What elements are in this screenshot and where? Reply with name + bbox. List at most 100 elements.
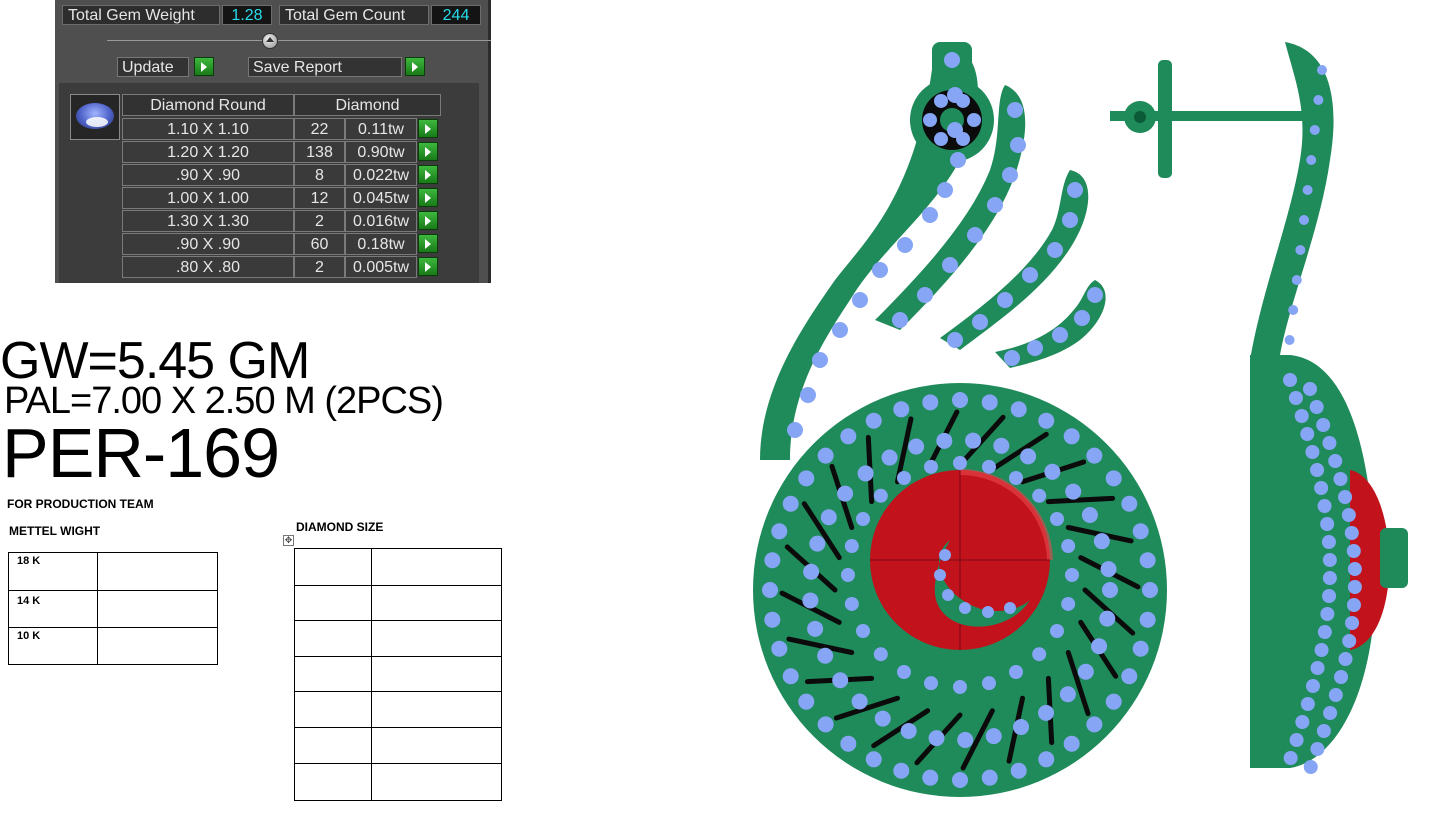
diamond-stone	[942, 257, 958, 273]
diamond-stone	[928, 730, 945, 747]
diamond-stone	[1132, 523, 1149, 540]
diamond-stone	[1322, 553, 1337, 567]
diamond-stone	[1032, 647, 1047, 662]
diamond-stone	[1010, 401, 1027, 418]
diamond-stone	[1323, 706, 1338, 720]
diamond-stone	[993, 437, 1010, 454]
diamond-stone	[937, 182, 953, 198]
diamond-stone	[1063, 735, 1080, 752]
diamond-stone	[967, 227, 983, 243]
diamond-stone	[1347, 562, 1362, 576]
diamond-stone	[1087, 287, 1103, 303]
diamond-stone	[1309, 125, 1320, 135]
diamond-stone	[820, 509, 837, 526]
diamond-stone	[897, 237, 913, 253]
diamond-stone	[953, 680, 967, 694]
diamond-stone	[1038, 412, 1055, 429]
diamond-stone	[965, 432, 982, 449]
diamond-stone	[1305, 445, 1320, 459]
diamond-stone	[1022, 267, 1038, 283]
diamond-stone	[924, 459, 939, 474]
diamond-stone	[1061, 539, 1076, 554]
diamond-stone	[1100, 561, 1117, 578]
diamond-stone	[782, 495, 799, 512]
diamond-stone	[893, 762, 910, 779]
diamond-stone	[857, 465, 874, 482]
diamond-stone	[1316, 418, 1331, 432]
diamond-stone	[972, 314, 988, 330]
diamond-stone	[856, 624, 871, 638]
diamond-stone	[1342, 634, 1357, 648]
diamond-stone	[985, 728, 1002, 745]
diamond-stone	[840, 735, 857, 752]
diamond-stone	[1038, 751, 1055, 768]
diamond-stone	[1328, 454, 1343, 468]
diamond-stone	[798, 470, 815, 487]
diamond-stone	[1338, 490, 1353, 504]
diamond-stone	[1322, 589, 1337, 603]
diamond-stone	[787, 422, 803, 438]
diamond-stone	[1320, 607, 1335, 621]
diamond-stone	[1345, 616, 1360, 630]
diamond-stone	[952, 772, 968, 788]
diamond-stone	[1346, 544, 1361, 558]
diamond-stone	[832, 672, 849, 689]
diamond-stone	[1086, 716, 1103, 733]
diamond-stone	[1341, 508, 1356, 522]
diamond-stone	[1038, 704, 1055, 721]
diamond-stone	[1303, 760, 1318, 774]
diamond-stone	[1346, 598, 1361, 612]
diamond-stone	[1004, 350, 1020, 366]
diamond-stone	[874, 710, 891, 727]
diamond-stone	[872, 262, 888, 278]
diamond-stone	[981, 676, 996, 691]
diamond-stone	[923, 113, 937, 127]
diamond-stone	[1347, 580, 1362, 594]
diamond-stone	[1010, 762, 1027, 779]
diamond-stone	[1077, 663, 1094, 680]
diamond-stone	[1322, 436, 1337, 450]
diamond-stone	[1303, 382, 1317, 396]
diamond-stone	[1020, 448, 1037, 465]
diamond-stone	[1061, 596, 1076, 611]
diamond-stone	[944, 52, 960, 68]
diamond-stone	[1317, 499, 1332, 513]
diamond-stone	[987, 197, 1003, 213]
diamond-stone	[807, 620, 824, 637]
diamond-stone	[1139, 611, 1156, 628]
diamond-stone	[1010, 137, 1026, 153]
diamond-stone	[1063, 428, 1080, 445]
diamond-stone	[924, 676, 939, 691]
diamond-stone	[950, 152, 966, 168]
diamond-stone	[1313, 95, 1324, 105]
diamond-stone	[873, 488, 888, 503]
diamond-stone	[1049, 624, 1064, 638]
diamond-stone	[1121, 495, 1138, 512]
diamond-stone	[1091, 638, 1108, 655]
diamond-stone	[982, 606, 994, 618]
diamond-stone	[892, 312, 908, 328]
diamond-stone	[865, 751, 882, 768]
diamond-stone	[1310, 661, 1325, 675]
diamond-stone	[934, 132, 948, 147]
diamond-stone	[900, 722, 917, 739]
diamond-stone	[967, 113, 981, 127]
diamond-stone	[1007, 102, 1023, 118]
diamond-stone	[1086, 447, 1103, 464]
diamond-stone	[922, 207, 938, 223]
diamond-stone	[957, 731, 974, 748]
diamond-stone	[1295, 715, 1310, 729]
diamond-stone	[1288, 305, 1299, 315]
diamond-stone	[1065, 483, 1082, 500]
diamond-stone	[764, 552, 781, 569]
diamond-stone	[1139, 552, 1156, 569]
diamond-stone	[959, 602, 971, 614]
diamond-stone	[817, 716, 834, 733]
earring-front-view	[753, 42, 1167, 797]
diamond-stone	[1291, 275, 1302, 285]
diamond-stone	[798, 693, 815, 710]
diamond-stone	[856, 512, 871, 526]
diamond-stone	[1013, 719, 1030, 736]
diamond-stone	[1081, 507, 1098, 523]
diamond-stone	[817, 447, 834, 464]
